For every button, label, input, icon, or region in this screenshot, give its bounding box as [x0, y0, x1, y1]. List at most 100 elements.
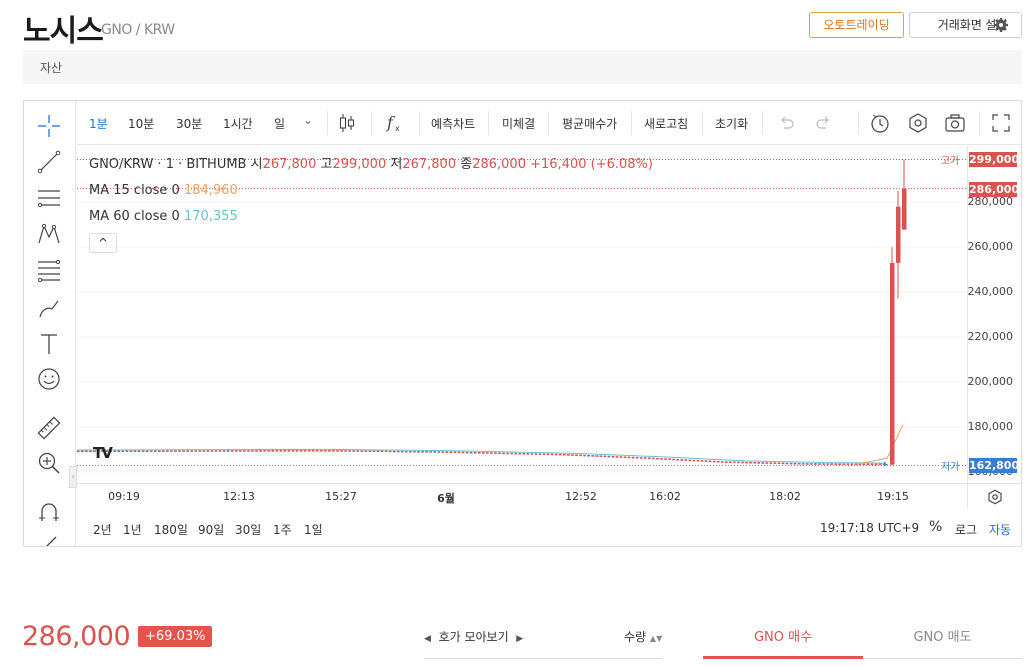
chevron-right-icon[interactable]: ▶: [516, 634, 523, 644]
date-range-bar: 2년 1년 180일 90일 30일 1주 1일 19:17:18 UTC+9 …: [77, 509, 1021, 546]
fullscreen-icon[interactable]: [989, 111, 1013, 135]
legend-symbol: GNO/KRW · 1 · BITHUMB: [89, 157, 247, 172]
horizontal-lines-icon[interactable]: [36, 185, 62, 211]
interval-10m[interactable]: 10분: [128, 115, 154, 132]
log-scale-button[interactable]: 로그: [955, 521, 977, 538]
range-30d[interactable]: 30일: [235, 521, 261, 538]
screen-setting-button[interactable]: 거래화면 설정: [909, 12, 1022, 38]
forecast-chart-button[interactable]: 예측차트: [431, 115, 475, 132]
range-90d[interactable]: 90일: [198, 521, 224, 538]
indicators-fx-icon[interactable]: fx: [383, 111, 407, 135]
settings-hexagon-icon: [988, 489, 1002, 505]
toolbar-divider: [858, 111, 859, 135]
orderbook-group-control[interactable]: ◀ 호가 모아보기 ▶: [424, 628, 523, 645]
refresh-button[interactable]: 새로고침: [644, 115, 688, 132]
interval-30m[interactable]: 30분: [176, 115, 202, 132]
candle: [854, 463, 858, 466]
undo-icon[interactable]: [774, 111, 798, 135]
candle: [477, 452, 481, 454]
brush-icon[interactable]: [36, 295, 62, 321]
current-price: 286,000: [22, 621, 131, 652]
candle: [692, 459, 696, 462]
redo-icon[interactable]: [812, 111, 836, 135]
candle: [291, 449, 295, 452]
crosshair-icon[interactable]: [36, 113, 62, 139]
range-180d[interactable]: 180일: [154, 521, 188, 538]
auto-trading-button[interactable]: 오토트레이딩: [809, 12, 904, 38]
candle: [684, 459, 688, 461]
candle: [615, 456, 619, 458]
candle: [619, 456, 623, 458]
avg-buy-price-button[interactable]: 평균매수가: [562, 115, 617, 132]
interval-day[interactable]: 일: [274, 115, 285, 132]
asset-tab[interactable]: 자산: [40, 59, 62, 76]
fib-retracement-icon[interactable]: [36, 257, 62, 283]
candle: [486, 452, 489, 454]
candle: [729, 461, 732, 464]
candle: [688, 459, 692, 462]
candle: [255, 450, 258, 452]
percent-scale-button[interactable]: %: [929, 519, 942, 535]
quantity-sort-control[interactable]: 수량 ▲▼: [624, 628, 662, 645]
candle: [336, 450, 339, 452]
interval-1h[interactable]: 1시간: [223, 115, 253, 132]
candle: [502, 452, 505, 455]
chart-clock[interactable]: 19:17:18 UTC+9: [820, 521, 919, 535]
ma15-label: MA 15 close 0: [89, 183, 180, 198]
candle: [676, 458, 679, 461]
settings-hexagon-icon[interactable]: [906, 111, 930, 135]
candle: [372, 450, 376, 453]
candle: [850, 463, 854, 466]
range-1w[interactable]: 1주: [273, 521, 292, 538]
range-1d[interactable]: 1일: [304, 521, 323, 538]
time-axis[interactable]: 09:19 12:13 15:27 6월 12:52 16:02 18:02 19:15: [77, 483, 967, 509]
price-chart-area[interactable]: GNO/KRW · 1 · BITHUMB 시267,800 고299,000 …: [77, 146, 967, 483]
interval-1m[interactable]: 1분: [89, 115, 108, 132]
auto-scale-button[interactable]: 자동: [989, 521, 1011, 538]
candle: [668, 458, 671, 461]
candle: [741, 461, 744, 464]
tab-buy[interactable]: GNO 매수: [703, 626, 863, 645]
toolbar-divider: [371, 111, 372, 135]
candle: [656, 457, 659, 460]
alert-clock-icon[interactable]: [868, 111, 892, 135]
candle: [320, 449, 323, 452]
toolbar-collapse-handle[interactable]: ‹: [69, 466, 77, 488]
chevron-down-icon[interactable]: ⌄: [303, 113, 313, 127]
candlestick-type-icon[interactable]: [335, 111, 359, 135]
candle: [295, 449, 299, 452]
tab-sell[interactable]: GNO 매도: [863, 626, 1022, 645]
reset-button[interactable]: 초기화: [715, 115, 748, 132]
axis-settings-button[interactable]: [967, 483, 1021, 509]
chevron-left-icon[interactable]: ◀: [424, 634, 431, 644]
pattern-icon[interactable]: [36, 221, 62, 247]
camera-icon[interactable]: [943, 111, 967, 135]
time-tick: 16:02: [649, 490, 681, 503]
candle: [801, 463, 805, 465]
text-tool-icon[interactable]: [36, 331, 62, 357]
candle: [595, 455, 598, 457]
candle: [247, 450, 250, 452]
magnet-icon[interactable]: [36, 499, 62, 525]
range-2y[interactable]: 2년: [93, 521, 112, 538]
candle: [405, 450, 408, 453]
pencil-icon[interactable]: [36, 531, 62, 546]
gear-icon: [994, 18, 1008, 32]
candle: [429, 451, 432, 453]
candle: [672, 458, 675, 461]
zoom-in-icon[interactable]: [36, 450, 62, 476]
candle: [279, 449, 283, 452]
candle: [89, 450, 92, 453]
legend-collapse-button[interactable]: ^: [89, 233, 117, 253]
candle: [490, 452, 493, 454]
range-1y[interactable]: 1년: [123, 521, 142, 538]
ruler-icon[interactable]: [36, 415, 62, 441]
price-axis[interactable]: 280,000 260,000 240,000 220,000 200,000 180,0…: [967, 146, 1021, 483]
candle: [635, 456, 639, 459]
trend-line-icon[interactable]: [36, 149, 62, 175]
unfilled-orders-button[interactable]: 미체결: [502, 115, 535, 132]
candle: [749, 461, 752, 464]
candle: [263, 450, 266, 452]
price-tick: 260,000: [967, 240, 1014, 254]
emoji-icon[interactable]: [36, 366, 62, 392]
